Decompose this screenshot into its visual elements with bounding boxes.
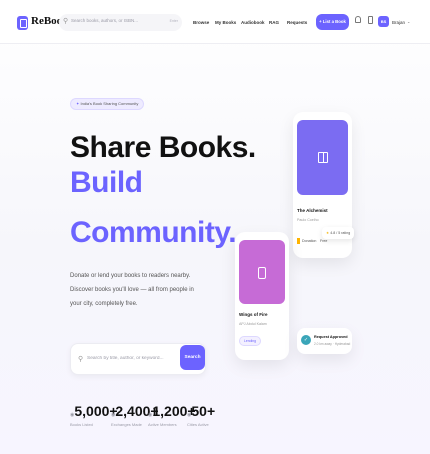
free-tag: Free xyxy=(320,239,328,243)
list-a-book-button[interactable]: + List a Book xyxy=(316,14,349,30)
hero-search-button[interactable]: Search xyxy=(180,345,205,370)
search-icon: ⚲ xyxy=(78,356,84,363)
nav-link-my-books[interactable]: My Books xyxy=(215,20,236,25)
donation-marker xyxy=(297,238,300,244)
avatar: BS xyxy=(378,16,389,27)
top-navbar: ReBook ⚲ Enter Browse My Books Audiobook… xyxy=(0,0,430,44)
book-title: Wings of Fire xyxy=(239,312,268,317)
book-cover xyxy=(297,120,348,195)
book-title: The Alchemist xyxy=(297,208,328,213)
rating-chip: ★ 4.8 / 5 rating xyxy=(322,227,355,239)
user-menu[interactable]: BS Brajan ⌄ xyxy=(378,16,411,28)
stat-label: Cities Active xyxy=(187,422,209,427)
search-shortcut-hint: Enter xyxy=(169,19,178,23)
shopping-bag-icon[interactable] xyxy=(368,16,373,24)
global-search-input[interactable] xyxy=(71,18,161,23)
request-approved-card[interactable]: ✓ Request Approved 2.0 km away · Hyderab… xyxy=(297,328,352,354)
book-author: APJ Abdul Kalam xyxy=(239,322,267,326)
book-card-wings-of-fire[interactable]: Wings of Fire APJ Abdul Kalam Lending xyxy=(235,232,289,360)
community-badge: ✦ India's Book Sharing Community xyxy=(70,98,145,110)
phone-icon xyxy=(258,267,266,279)
nav-link-rag[interactable]: RAG xyxy=(269,20,279,25)
nav-link-requests[interactable]: Requests xyxy=(287,20,307,25)
nav-link-browse[interactable]: Browse xyxy=(193,20,209,25)
stat-cities: ◉50+ Cities Active xyxy=(187,403,215,427)
request-title: Request Approved xyxy=(314,335,348,339)
user-name: Brajan xyxy=(392,20,406,25)
global-search[interactable]: ⚲ Enter xyxy=(59,14,182,31)
lending-status-badge: Lending xyxy=(239,336,261,346)
request-subtitle: 2.0 km away · Hyderabad xyxy=(314,342,351,346)
hero-headline-line3: Community. xyxy=(70,216,237,249)
donation-tag: Donation xyxy=(302,239,317,243)
hero-headline-line2: Build xyxy=(70,166,143,199)
star-icon: ★ xyxy=(326,231,330,235)
chevron-down-icon: ⌄ xyxy=(407,19,411,24)
nav-link-audiobook[interactable]: Audiobook xyxy=(241,20,265,25)
page: ReBook ⚲ Enter Browse My Books Audiobook… xyxy=(0,0,430,454)
book-cover xyxy=(239,240,285,304)
open-book-icon xyxy=(318,152,328,163)
rating-label: 4.8 / 5 rating xyxy=(330,231,351,235)
community-badge-label: India's Book Sharing Community xyxy=(80,101,139,106)
hero-search-input[interactable] xyxy=(87,356,165,361)
hero-description: Donate or lend your books to readers nea… xyxy=(70,273,194,307)
sparkle-icon: ✦ xyxy=(76,101,80,106)
bell-icon[interactable] xyxy=(355,16,361,23)
check-circle-icon: ✓ xyxy=(301,335,311,345)
stat-value: 50+ xyxy=(191,403,216,419)
book-author: Paulo Coelho xyxy=(297,218,319,222)
hero-headline-line1: Share Books. xyxy=(70,131,256,164)
book-logo-icon[interactable] xyxy=(17,16,28,30)
search-icon: ⚲ xyxy=(63,18,69,25)
